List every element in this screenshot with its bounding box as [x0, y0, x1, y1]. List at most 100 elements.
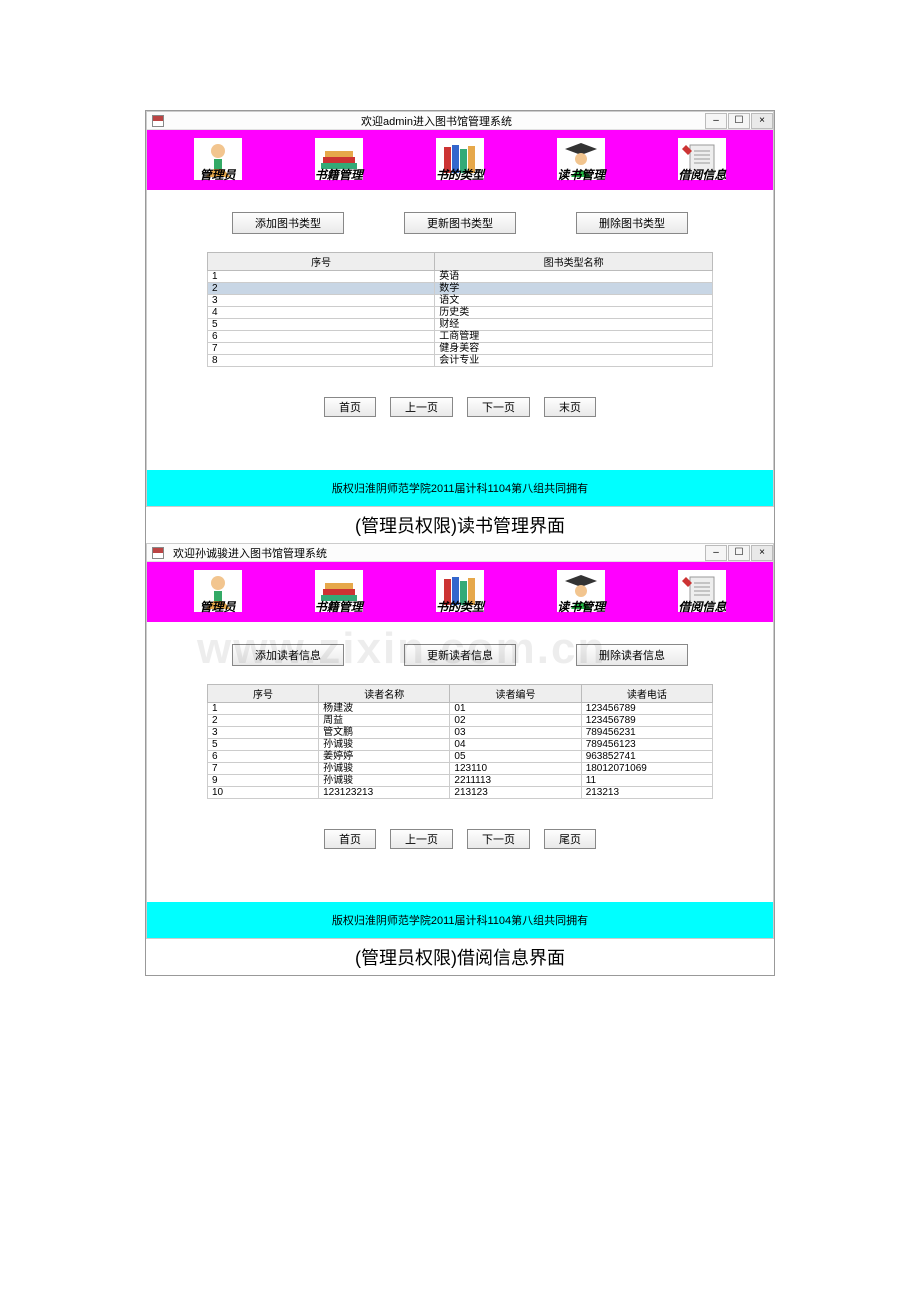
nav-borrow[interactable]: 借阅信息 [678, 570, 726, 615]
caption-1: (管理员权限)读书管理界面 [146, 507, 774, 543]
last-page-button[interactable]: 尾页 [544, 829, 596, 849]
table-row[interactable]: 1杨建波01123456789 [208, 703, 713, 715]
table-cell: 789456123 [581, 739, 712, 751]
table-cell: 963852741 [581, 751, 712, 763]
table-cell: 789456231 [581, 727, 712, 739]
nav-admin[interactable]: 管理员 [194, 138, 242, 183]
maximize-button[interactable]: ☐ [728, 545, 750, 561]
table-cell: 语文 [435, 295, 713, 307]
table-cell: 3 [208, 727, 319, 739]
window-book-type: 欢迎admin进入图书馆管理系统 – ☐ × 管理员 书籍管理 书的类型 [146, 111, 774, 507]
col-reader-name: 读者名称 [319, 685, 450, 703]
caption-2: (管理员权限)借阅信息界面 [146, 939, 774, 975]
delete-reader-button[interactable]: 删除读者信息 [576, 644, 688, 666]
table-row[interactable]: 3管文鹏03789456231 [208, 727, 713, 739]
table-cell: 英语 [435, 271, 713, 283]
table-cell: 工商管理 [435, 331, 713, 343]
nav-label: 书籍管理 [315, 598, 363, 615]
window-title: 欢迎孙诚骏进入图书馆管理系统 [169, 545, 327, 561]
titlebar: 欢迎admin进入图书馆管理系统 – ☐ × [147, 112, 773, 130]
table-cell: 财经 [435, 319, 713, 331]
col-index: 序号 [208, 253, 435, 271]
update-book-type-button[interactable]: 更新图书类型 [404, 212, 516, 234]
nav-books[interactable]: 书籍管理 [315, 138, 363, 183]
nav-reader[interactable]: 读书管理 [557, 570, 605, 615]
nav-book-type[interactable]: 书的类型 [436, 138, 484, 183]
table-cell: 3 [208, 295, 435, 307]
footer-copyright: 版权归淮阴师范学院2011届计科1104第八组共同拥有 [147, 902, 773, 938]
table-row[interactable]: 1英语 [208, 271, 713, 283]
minimize-button[interactable]: – [705, 545, 727, 561]
table-cell: 02 [450, 715, 581, 727]
next-page-button[interactable]: 下一页 [467, 397, 530, 417]
table-row[interactable]: 2周益02123456789 [208, 715, 713, 727]
table-cell: 213123 [450, 787, 581, 799]
prev-page-button[interactable]: 上一页 [390, 829, 453, 849]
pager: 首页 上一页 下一页 末页 [167, 397, 753, 417]
delete-book-type-button[interactable]: 删除图书类型 [576, 212, 688, 234]
table-cell: 213213 [581, 787, 712, 799]
table-row[interactable]: 8会计专业 [208, 355, 713, 367]
nav-borrow[interactable]: 借阅信息 [678, 138, 726, 183]
table-cell: 杨建波 [319, 703, 450, 715]
table-cell: 6 [208, 331, 435, 343]
table-row[interactable]: 7孙诚骏12311018012071069 [208, 763, 713, 775]
col-type-name: 图书类型名称 [435, 253, 713, 271]
table-cell: 123456789 [581, 715, 712, 727]
nav-label: 书籍管理 [315, 166, 363, 183]
table-cell: 10 [208, 787, 319, 799]
table-cell: 孙诚骏 [319, 775, 450, 787]
close-button[interactable]: × [751, 113, 773, 129]
table-row[interactable]: 5财经 [208, 319, 713, 331]
add-reader-button[interactable]: 添加读者信息 [232, 644, 344, 666]
maximize-button[interactable]: ☐ [728, 113, 750, 129]
nav-label: 管理员 [200, 166, 236, 183]
first-page-button[interactable]: 首页 [324, 829, 376, 849]
nav-label: 书的类型 [436, 598, 484, 615]
nav-admin[interactable]: 管理员 [194, 570, 242, 615]
table-row[interactable]: 7健身美容 [208, 343, 713, 355]
table-cell: 数学 [435, 283, 713, 295]
close-button[interactable]: × [751, 545, 773, 561]
add-book-type-button[interactable]: 添加图书类型 [232, 212, 344, 234]
next-page-button[interactable]: 下一页 [467, 829, 530, 849]
nav-reader[interactable]: 读书管理 [557, 138, 605, 183]
last-page-button[interactable]: 末页 [544, 397, 596, 417]
table-cell: 9 [208, 775, 319, 787]
table-cell: 会计专业 [435, 355, 713, 367]
table-cell: 03 [450, 727, 581, 739]
table-row[interactable]: 6姜婷婷05963852741 [208, 751, 713, 763]
nav-label: 借阅信息 [678, 166, 726, 183]
table-row[interactable]: 10123123213213123213213 [208, 787, 713, 799]
table-cell: 5 [208, 739, 319, 751]
table-cell: 05 [450, 751, 581, 763]
table-row[interactable]: 9孙诚骏221111311 [208, 775, 713, 787]
titlebar: 欢迎孙诚骏进入图书馆管理系统 – ☐ × [147, 544, 773, 562]
table-row[interactable]: 6工商管理 [208, 331, 713, 343]
table-cell: 4 [208, 307, 435, 319]
table-cell: 5 [208, 319, 435, 331]
prev-page-button[interactable]: 上一页 [390, 397, 453, 417]
main-nav: 管理员 书籍管理 书的类型 读书管理 借阅信息 [147, 130, 773, 190]
table-cell: 6 [208, 751, 319, 763]
table-cell: 18012071069 [581, 763, 712, 775]
table-cell: 孙诚骏 [319, 763, 450, 775]
table-row[interactable]: 5孙诚骏04789456123 [208, 739, 713, 751]
nav-label: 管理员 [200, 598, 236, 615]
table-cell: 历史类 [435, 307, 713, 319]
nav-book-type[interactable]: 书的类型 [436, 570, 484, 615]
update-reader-button[interactable]: 更新读者信息 [404, 644, 516, 666]
first-page-button[interactable]: 首页 [324, 397, 376, 417]
table-row[interactable]: 3语文 [208, 295, 713, 307]
table-row[interactable]: 4历史类 [208, 307, 713, 319]
table-cell: 7 [208, 343, 435, 355]
table-cell: 11 [581, 775, 712, 787]
pager: 首页 上一页 下一页 尾页 [167, 829, 753, 849]
nav-books[interactable]: 书籍管理 [315, 570, 363, 615]
table-row[interactable]: 2数学 [208, 283, 713, 295]
minimize-button[interactable]: – [705, 113, 727, 129]
book-type-table: 序号 图书类型名称 1英语2数学3语文4历史类5财经6工商管理7健身美容8会计专… [207, 252, 713, 367]
table-cell: 8 [208, 355, 435, 367]
window-reader-manage: 欢迎孙诚骏进入图书馆管理系统 – ☐ × 管理员 书籍管理 书的类型 [146, 543, 774, 939]
table-cell: 123123213 [319, 787, 450, 799]
